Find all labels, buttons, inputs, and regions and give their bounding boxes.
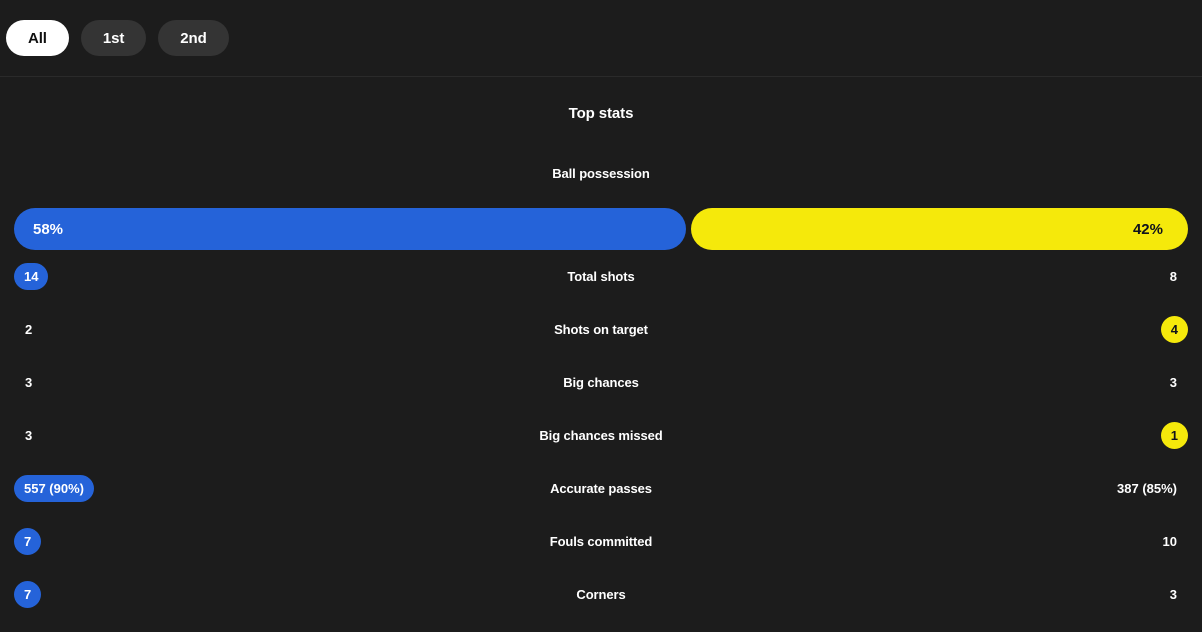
stat-value-home-badge: 7: [14, 528, 42, 555]
tab-all[interactable]: All: [6, 20, 69, 56]
stat-label: Big chances missed: [539, 428, 663, 443]
stat-home-side: 7: [14, 581, 344, 608]
page-title: Top stats: [568, 105, 634, 122]
stat-value-home: 3: [25, 375, 33, 390]
stat-label: Accurate passes: [550, 481, 652, 496]
stat-row: 7 Corners 3: [0, 568, 1202, 621]
stat-label: Corners: [576, 587, 626, 602]
stat-label: Big chances: [563, 375, 639, 390]
stat-value-home-badge: 557 (90%): [14, 475, 94, 502]
stat-value-away-badge: 4: [1160, 316, 1188, 343]
stat-row: 557 (90%) Accurate passes 387 (85%): [0, 462, 1202, 515]
stat-value-away: 3: [1169, 587, 1177, 602]
stat-home-side: 7: [14, 528, 344, 555]
possession-label: Ball possession: [552, 166, 650, 181]
possession-bar-home: 58%: [14, 208, 686, 250]
stat-row: 3 Big chances 3: [0, 356, 1202, 409]
stat-home-side: 3: [14, 375, 344, 390]
stat-value-home: 2: [25, 322, 33, 337]
stat-home-side: 2: [14, 322, 344, 337]
stat-value-home-badge: 7: [14, 581, 42, 608]
top-stats-panel: Top stats Ball possession 58% 42% 14 Tota…: [0, 105, 1202, 632]
stat-rows: 14 Total shots 8 2 Shots on target 4 3 Big chan…: [0, 250, 1202, 621]
period-tab-bar: All 1st 2nd: [0, 0, 1202, 77]
stat-away-side: 3: [858, 375, 1188, 390]
stat-value-away: 387 (85%): [1117, 481, 1177, 496]
tab-first-half[interactable]: 1st: [80, 20, 147, 56]
stat-value-away-badge: 1: [1160, 422, 1188, 449]
stat-value-home: 3: [25, 428, 33, 443]
stat-away-side: 10: [858, 534, 1188, 549]
possession-away-value: 42%: [1132, 220, 1163, 238]
stat-value-away: 8: [1169, 269, 1177, 284]
stat-away-side: 3: [858, 587, 1188, 602]
stat-label: Shots on target: [554, 322, 648, 337]
stat-label: Total shots: [567, 269, 635, 284]
stat-away-side: 1: [858, 422, 1188, 449]
possession-bar-away: 42%: [690, 208, 1188, 250]
stat-row: 2 Shots on target 4: [0, 303, 1202, 356]
stat-row: 14 Total shots 8: [0, 250, 1202, 303]
stat-home-side: 14: [14, 263, 344, 290]
stat-away-side: 4: [858, 316, 1188, 343]
possession-home-value: 58%: [33, 220, 64, 238]
stat-away-side: 387 (85%): [858, 481, 1188, 496]
stat-away-side: 8: [858, 269, 1188, 284]
tab-second-half[interactable]: 2nd: [158, 20, 229, 56]
stat-value-home-badge: 14: [14, 263, 49, 290]
stat-value-away: 3: [1169, 375, 1177, 390]
stat-row: 3 Big chances missed 1: [0, 409, 1202, 462]
possession-bar-group: 58% 42%: [0, 208, 1202, 250]
stat-value-away: 10: [1162, 534, 1177, 549]
stat-home-side: 3: [14, 428, 344, 443]
stat-row: 7 Fouls committed 10: [0, 515, 1202, 568]
stat-home-side: 557 (90%): [14, 475, 344, 502]
stat-label: Fouls committed: [549, 534, 653, 549]
